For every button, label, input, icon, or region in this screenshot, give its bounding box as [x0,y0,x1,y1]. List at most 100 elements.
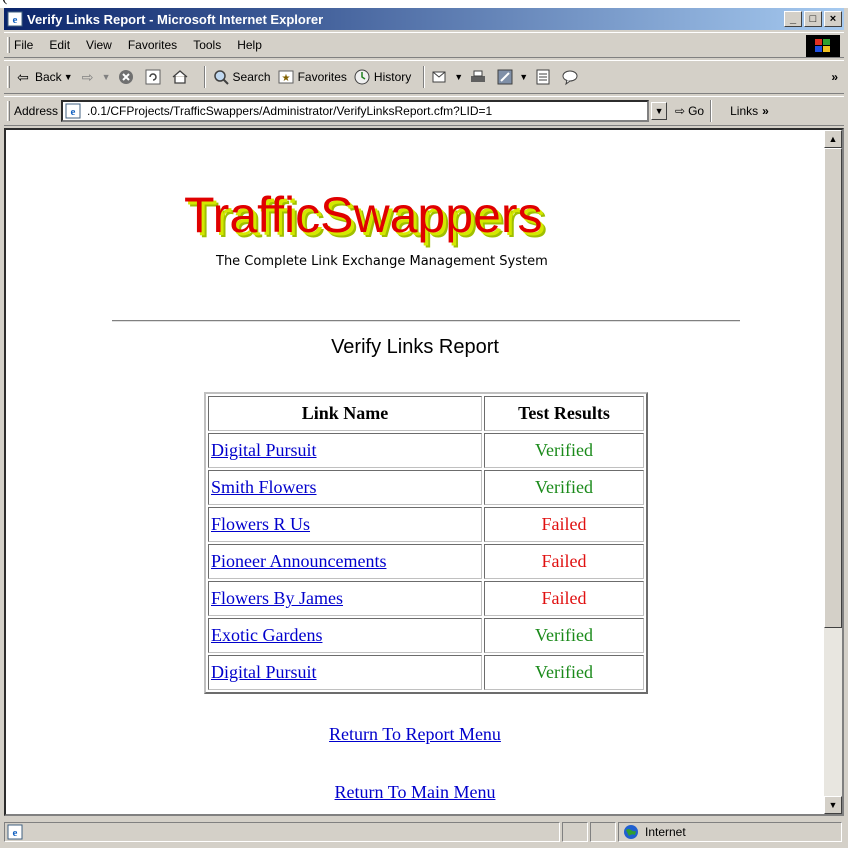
status-main-pane: e [4,822,560,842]
search-button[interactable]: Search [212,68,271,86]
edit-dropdown-icon[interactable]: ▼ [519,72,528,82]
table-row: Smith Flowers Verified [208,470,644,505]
menu-tools[interactable]: Tools [193,38,221,52]
forward-arrow-icon: ⇨ [81,68,94,85]
stop-button[interactable] [117,68,138,86]
mail-button[interactable]: ▼ [431,68,463,86]
go-arrow-icon: ⇨ [675,104,686,118]
address-dropdown-button[interactable]: ▼ [651,102,668,120]
return-main-menu-container: Return To Main Menu [6,782,824,803]
go-label: Go [688,104,705,118]
scroll-down-button[interactable]: ▼ [824,796,842,814]
favorites-icon: ★ [278,70,294,84]
link-name[interactable]: Flowers By James [211,588,343,608]
link-name-cell: Flowers R Us [208,507,482,542]
forward-button[interactable]: ⇨ ▼ [79,68,111,86]
history-icon [354,69,370,85]
cropped-caption: ( [0,0,848,8]
link-name[interactable]: Flowers R Us [211,514,310,534]
column-header-test-results: Test Results [484,396,644,431]
scroll-up-button[interactable]: ▲ [824,130,842,148]
return-to-main-menu-link[interactable]: Return To Main Menu [335,782,496,802]
links-button[interactable]: Links [730,104,758,118]
close-button[interactable]: × [824,11,842,27]
toolbar-separator [203,66,206,88]
ie-page-icon: e [7,11,23,27]
toolbar-overflow-chevron-icon[interactable]: » [831,70,838,84]
discuss-icon [562,70,578,86]
forward-dropdown-icon[interactable]: ▼ [102,72,111,82]
edit-button[interactable]: ▼ [496,68,528,86]
page-title: Verify Links Report [331,336,499,358]
address-input[interactable]: e .0.1/CFProjects/TrafficSwappers/Admini… [61,100,650,122]
browser-window: e Verify Links Report - Microsoft Intern… [0,8,848,848]
test-result-cell: Verified [484,655,644,690]
test-result-cell: Failed [484,581,644,616]
edit-icon [497,69,513,85]
toolbar-grip [7,65,10,89]
document-button[interactable] [534,68,555,86]
favorites-label: Favorites [297,70,347,84]
addressbar-grip [7,101,10,121]
table-row: Exotic Gardens Verified [208,618,644,653]
mail-dropdown-icon[interactable]: ▼ [454,72,463,82]
go-button[interactable]: ⇨ Go [675,104,704,118]
page-content: TrafficSwappers The Complete Link Exchan… [6,130,824,814]
menu-help[interactable]: Help [237,38,262,52]
test-result-cell: Failed [484,507,644,542]
link-name[interactable]: Pioneer Announcements [211,551,386,571]
favorites-button[interactable]: ★ Favorites [277,68,347,86]
svg-text:★: ★ [281,73,290,84]
links-chevron-icon[interactable]: » [762,104,769,118]
menu-favorites[interactable]: Favorites [128,38,177,52]
search-icon [213,70,229,85]
ie-page-icon: e [7,824,23,840]
menu-edit[interactable]: Edit [49,38,70,52]
back-button[interactable]: ⇦ Back ▼ [14,68,73,86]
svg-text:e: e [71,106,76,118]
link-name[interactable]: Exotic Gardens [211,625,322,645]
refresh-icon [145,69,161,85]
page-viewport: TrafficSwappers The Complete Link Exchan… [4,128,844,816]
test-result-cell: Failed [484,544,644,579]
history-label: History [373,70,412,84]
return-to-report-menu-link[interactable]: Return To Report Menu [329,724,501,744]
back-label: Back [35,70,62,84]
vertical-scrollbar[interactable]: ▲ ▼ [824,130,842,814]
globe-icon [624,825,638,839]
refresh-button[interactable] [144,68,165,86]
menu-view[interactable]: View [86,38,112,52]
table-row: Digital Pursuit Verified [208,433,644,468]
link-name[interactable]: Digital Pursuit [211,440,317,460]
site-logo: TrafficSwappers [184,187,543,243]
security-zone-label: Internet [645,825,686,839]
title-bar: e Verify Links Report - Microsoft Intern… [4,8,844,30]
table-header-row: Link Name Test Results [208,396,644,431]
menu-file[interactable]: File [14,38,33,52]
print-button[interactable] [469,68,490,86]
toolbar-separator [423,66,426,88]
column-header-link-name: Link Name [208,396,482,431]
status-bar: e Internet [4,820,844,844]
table-row: Pioneer Announcements Failed [208,544,644,579]
back-dropdown-icon[interactable]: ▼ [64,72,73,82]
home-button[interactable] [171,68,192,86]
back-arrow-icon: ⇦ [17,68,29,85]
ie-page-icon: e [65,103,81,119]
history-button[interactable]: History [353,68,411,86]
test-result-cell: Verified [484,618,644,653]
windows-logo-icon [806,35,840,57]
horizontal-rule [112,320,740,322]
print-icon [471,70,486,82]
link-name[interactable]: Smith Flowers [211,477,317,497]
stop-icon [118,70,133,84]
status-secure-pane [590,822,616,842]
svg-text:e: e [13,827,18,839]
test-result-cell: Verified [484,470,644,505]
scrollbar-thumb[interactable] [824,148,842,628]
address-url: .0.1/CFProjects/TrafficSwappers/Administ… [87,104,493,118]
link-name[interactable]: Digital Pursuit [211,662,317,682]
discuss-button[interactable] [561,68,582,86]
maximize-button[interactable]: □ [804,11,822,27]
minimize-button[interactable]: _ [784,11,802,27]
